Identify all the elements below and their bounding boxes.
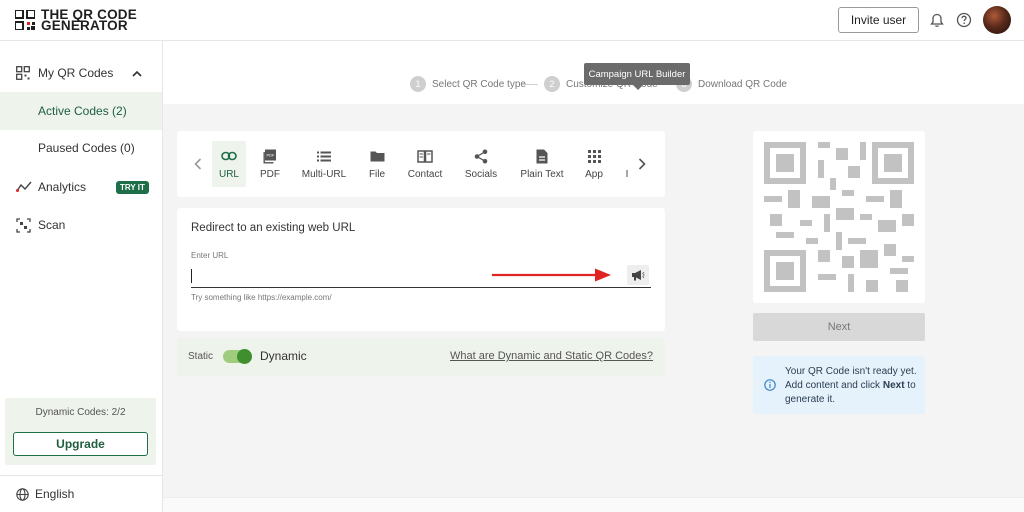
sidebar-item-my-qr-codes[interactable]: My QR Codes xyxy=(0,60,162,86)
info-message: Your QR Code isn't ready yet. Add conten… xyxy=(785,365,919,407)
type-tab-app[interactable]: App xyxy=(579,141,609,187)
type-label-pdf: PDF xyxy=(260,169,280,180)
static-dynamic-switch[interactable] xyxy=(223,349,252,364)
globe-icon xyxy=(16,487,29,501)
type-tab-file[interactable]: File xyxy=(362,141,392,187)
language-label: English xyxy=(35,487,75,501)
type-label-socials: Socials xyxy=(464,169,498,180)
main-content: 1 Select QR Code type 2 Customize QR Cod… xyxy=(163,41,1024,512)
red-arrow-annotation xyxy=(492,268,611,282)
qr-logo-icon xyxy=(15,10,35,30)
app-logo[interactable]: THE QR CODE GENERATOR xyxy=(15,8,137,33)
logo-line-2: GENERATOR xyxy=(41,18,128,33)
sidebar-label-analytics: Analytics xyxy=(38,180,87,194)
type-tab-partial[interactable]: I xyxy=(623,141,631,187)
url-form-title: Redirect to an existing web URL xyxy=(191,222,356,234)
type-label-plain-text: Plain Text xyxy=(520,169,564,180)
qr-type-selector: URL PDF PDF Multi-URL File Contact Socia… xyxy=(177,131,665,197)
upgrade-button[interactable]: Upgrade xyxy=(13,432,148,456)
type-label-multi-url: Multi-URL xyxy=(301,169,347,180)
static-dynamic-toggle-bar: Static Dynamic What are Dynamic and Stat… xyxy=(177,338,665,376)
url-field-label: Enter URL xyxy=(191,251,229,260)
qr-code-placeholder xyxy=(764,142,914,292)
dynamic-codes-panel: Dynamic Codes: 2/2 Upgrade xyxy=(5,398,156,465)
sidebar: My QR Codes Active Codes (2) Paused Code… xyxy=(0,41,163,512)
type-label-contact: Contact xyxy=(407,169,443,180)
type-label-url: URL xyxy=(218,169,239,180)
qr-not-ready-info: Your QR Code isn't ready yet. Add conten… xyxy=(753,356,925,414)
analytics-chart-icon xyxy=(16,181,32,192)
sidebar-label-my-qr-codes: My QR Codes xyxy=(38,66,114,80)
type-tab-plain-text[interactable]: Plain Text xyxy=(517,141,567,187)
sidebar-label-active-codes: Active Codes (2) xyxy=(38,104,127,118)
sidebar-label-scan: Scan xyxy=(38,218,66,232)
megaphone-icon xyxy=(632,270,645,281)
url-form-card: Redirect to an existing web URL Enter UR… xyxy=(177,208,665,331)
folder-icon xyxy=(370,147,385,165)
info-line-1: Your QR Code isn't ready yet. xyxy=(785,366,917,377)
tooltip-tail xyxy=(633,85,643,90)
step-3: 3 Download QR Code xyxy=(676,76,787,92)
next-button[interactable]: Next xyxy=(753,313,925,341)
app-grid-icon xyxy=(587,147,601,165)
info-line-2-bold: Next xyxy=(882,380,905,391)
static-label: Static xyxy=(188,351,214,362)
type-label-partial: I xyxy=(625,169,629,180)
info-icon xyxy=(764,379,776,391)
sidebar-label-paused-codes: Paused Codes (0) xyxy=(38,141,135,155)
dynamic-codes-count: Dynamic Codes: 2/2 xyxy=(35,407,126,418)
dynamic-static-info-link[interactable]: What are Dynamic and Static QR Codes? xyxy=(450,350,653,362)
type-tab-contact[interactable]: Contact xyxy=(405,141,445,187)
bell-icon[interactable] xyxy=(928,11,946,29)
switch-knob xyxy=(237,349,252,364)
type-tab-pdf[interactable]: PDF PDF xyxy=(255,141,285,187)
user-avatar[interactable] xyxy=(983,6,1011,34)
type-label-app: App xyxy=(585,169,603,180)
url-field-hint: Try something like https://example.com/ xyxy=(191,293,332,302)
qr-grid-icon xyxy=(16,66,30,80)
list-icon xyxy=(317,147,331,165)
contact-book-icon xyxy=(417,147,433,165)
scan-icon xyxy=(16,217,31,233)
sidebar-item-analytics[interactable]: Analytics TRY IT xyxy=(0,175,162,199)
step-2-number: 2 xyxy=(544,76,560,92)
dynamic-label: Dynamic xyxy=(260,349,307,363)
type-tab-socials[interactable]: Socials xyxy=(463,141,499,187)
info-line-2-text: Add content and click xyxy=(785,380,883,391)
info-line-3: generate it. xyxy=(785,394,836,405)
qr-preview-card xyxy=(753,131,925,303)
document-icon xyxy=(536,147,548,165)
type-tab-multi-url[interactable]: Multi-URL xyxy=(297,141,351,187)
footer-strip xyxy=(163,497,1024,512)
step-3-label: Download QR Code xyxy=(698,78,787,90)
step-1-label: Select QR Code type xyxy=(432,78,526,90)
top-header: THE QR CODE GENERATOR Invite user xyxy=(0,0,1024,41)
invite-user-button[interactable]: Invite user xyxy=(838,7,919,33)
sidebar-item-paused-codes[interactable]: Paused Codes (0) xyxy=(0,136,162,160)
svg-text:PDF: PDF xyxy=(267,152,276,157)
info-line-2: Add content and click Next to xyxy=(785,379,919,393)
campaign-url-tooltip: Campaign URL Builder xyxy=(584,63,690,85)
sidebar-item-scan[interactable]: Scan xyxy=(0,213,162,237)
text-caret xyxy=(191,269,192,283)
step-1: 1 Select QR Code type xyxy=(410,76,526,92)
link-icon xyxy=(221,147,237,165)
chevron-left-icon[interactable] xyxy=(191,156,205,172)
type-tab-url[interactable]: URL xyxy=(212,141,246,187)
info-line-2-end: to xyxy=(904,380,916,391)
chevron-up-icon[interactable] xyxy=(132,70,142,77)
campaign-url-builder-button[interactable] xyxy=(627,265,649,285)
type-label-file: File xyxy=(368,169,386,180)
share-icon xyxy=(474,147,488,165)
help-icon[interactable] xyxy=(955,11,973,29)
step-connector xyxy=(522,84,538,85)
pdf-icon: PDF xyxy=(263,147,277,165)
try-it-badge[interactable]: TRY IT xyxy=(116,180,149,194)
language-selector[interactable]: English xyxy=(0,475,162,512)
logo-text: THE QR CODE GENERATOR xyxy=(41,8,137,33)
chevron-right-icon[interactable] xyxy=(635,156,649,172)
sidebar-item-active-codes[interactable]: Active Codes (2) xyxy=(0,92,162,130)
step-1-number: 1 xyxy=(410,76,426,92)
